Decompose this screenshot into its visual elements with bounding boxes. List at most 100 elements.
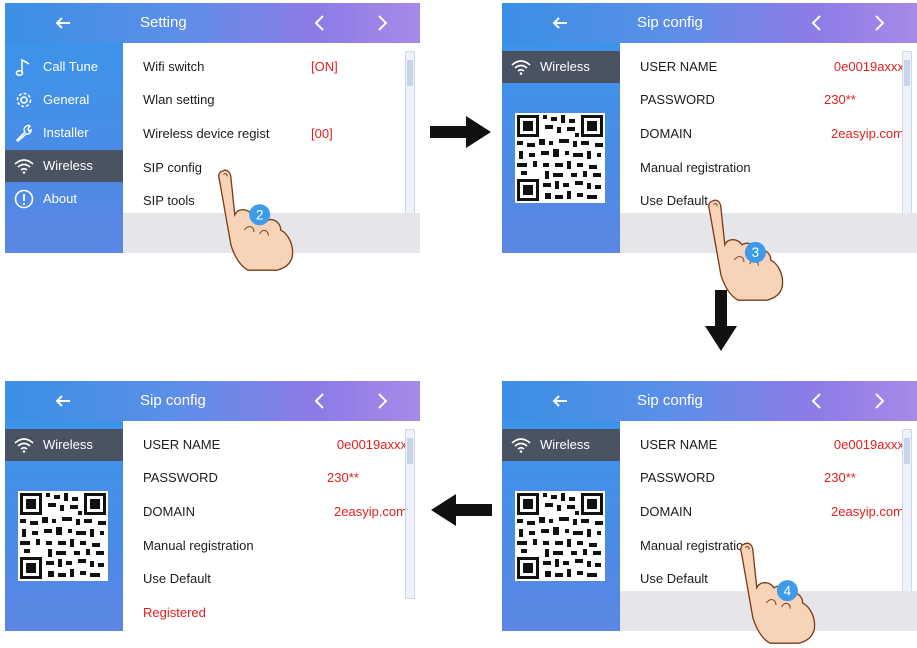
back-arrow-icon[interactable]: [51, 389, 75, 413]
wrench-icon: [15, 124, 32, 143]
list-item-wifi-switch[interactable]: Wifi switch [ON]: [143, 50, 403, 83]
sidebar-item-wireless[interactable]: Wireless: [5, 150, 123, 182]
sidebar-item-about[interactable]: About: [5, 183, 123, 215]
row-value: 230**: [327, 470, 359, 485]
page-title: Sip config: [140, 392, 206, 409]
chevron-right-icon[interactable]: [869, 391, 889, 411]
row-label: DOMAIN: [143, 504, 195, 519]
back-arrow-icon[interactable]: [548, 389, 572, 413]
row-label: Wifi switch: [143, 59, 205, 74]
list-item-use-default[interactable]: Use Default: [143, 562, 403, 595]
top-bar: Setting: [5, 3, 420, 43]
list-item-user-name[interactable]: USER NAME 0e0019axxx: [640, 50, 904, 83]
list-item-user-name[interactable]: USER NAME 0e0019axxx: [640, 428, 904, 461]
wifi-icon: [511, 60, 531, 75]
row-label: Use Default: [143, 571, 211, 586]
row-value: 230**: [824, 92, 856, 107]
row-value: 2easyip.com: [831, 126, 904, 141]
sidebar-item-label: About: [43, 191, 77, 206]
step-badge: 3: [752, 245, 759, 260]
back-arrow-icon[interactable]: [548, 11, 572, 35]
row-label: SIP tools: [143, 193, 195, 208]
chevron-left-icon[interactable]: [310, 13, 330, 33]
list-item-domain[interactable]: DOMAIN 2easyip.com: [143, 495, 407, 528]
sidebar-item-call-tune[interactable]: Call Tune: [5, 51, 123, 83]
sidebar-item-wireless[interactable]: Wireless: [5, 429, 123, 461]
list-item-wireless-device-regist[interactable]: Wireless device regist [00]: [143, 117, 403, 150]
sidebar-item-general[interactable]: General: [5, 84, 123, 116]
scrollbar-thumb[interactable]: [904, 438, 910, 464]
sidebar-item-label: Wireless: [540, 437, 590, 452]
sidebar: Wireless: [502, 43, 620, 253]
row-label: Wireless device regist: [143, 126, 270, 141]
sidebar-item-wireless[interactable]: Wireless: [502, 51, 620, 83]
chevron-left-icon[interactable]: [807, 13, 827, 33]
list-item-domain[interactable]: DOMAIN 2easyip.com: [640, 117, 904, 150]
sidebar: Wireless: [5, 421, 123, 631]
wifi-icon: [14, 159, 34, 174]
list-item-manual-registration[interactable]: Manual registration: [640, 151, 900, 184]
chevron-left-icon[interactable]: [310, 391, 330, 411]
top-bar: Sip config: [502, 381, 917, 421]
scrollbar-thumb[interactable]: [407, 60, 413, 86]
scrollbar[interactable]: [902, 51, 912, 221]
sidebar-item-label: Wireless: [43, 437, 93, 452]
panel-sip-config-step4: Sip config Wireless USER NAME 0e0019axxx…: [502, 381, 917, 631]
list-item-manual-registration[interactable]: Manual registration: [143, 529, 403, 562]
top-bar: Sip config: [502, 3, 917, 43]
scrollbar[interactable]: [902, 429, 912, 599]
list-item-password[interactable]: PASSWORD 230**: [640, 83, 900, 116]
panel-sip-config-registered: Sip config Wireless USER NAME 0e0019axxx…: [5, 381, 420, 631]
gear-icon: [16, 92, 32, 108]
row-label: USER NAME: [640, 437, 718, 452]
scrollbar-thumb[interactable]: [407, 438, 413, 464]
row-label: Manual registration: [640, 160, 751, 175]
list-item-domain[interactable]: DOMAIN 2easyip.com: [640, 495, 904, 528]
wifi-icon: [14, 438, 34, 453]
row-value: 2easyip.com: [831, 504, 904, 519]
list-item-user-name[interactable]: USER NAME 0e0019axxx: [143, 428, 407, 461]
row-label: DOMAIN: [640, 504, 692, 519]
row-label: USER NAME: [143, 437, 221, 452]
back-arrow-icon[interactable]: [51, 11, 75, 35]
step-badge: 2: [256, 208, 263, 223]
row-label: PASSWORD: [640, 470, 715, 485]
page-title: Setting: [140, 14, 187, 31]
top-bar: Sip config: [5, 381, 420, 421]
chevron-left-icon[interactable]: [807, 391, 827, 411]
list-item-password[interactable]: PASSWORD 230**: [640, 461, 900, 494]
chevron-right-icon[interactable]: [869, 13, 889, 33]
step-badge: 4: [784, 583, 792, 598]
sidebar-item-wireless[interactable]: Wireless: [502, 429, 620, 461]
scrollbar-thumb[interactable]: [904, 60, 910, 86]
scrollbar[interactable]: [405, 51, 415, 221]
info-icon: [14, 189, 34, 209]
arrow-right-icon: [430, 116, 491, 148]
arrow-left-icon: [431, 494, 492, 526]
pointing-hand-icon: 2: [218, 169, 294, 271]
page-title: Sip config: [637, 14, 703, 31]
sidebar-item-installer[interactable]: Installer: [5, 117, 123, 149]
row-label: Manual registration: [143, 538, 254, 553]
pointing-hand-icon: 3: [708, 199, 784, 301]
list-item-wlan-setting[interactable]: Wlan setting: [143, 83, 403, 116]
list-item-password[interactable]: PASSWORD 230**: [143, 461, 403, 494]
row-value: 0e0019axxx: [336, 437, 407, 452]
chevron-right-icon[interactable]: [372, 13, 392, 33]
chevron-right-icon[interactable]: [372, 391, 392, 411]
registration-status: Registered: [143, 605, 206, 620]
music-note-icon: [15, 58, 30, 77]
sidebar: Wireless: [502, 421, 620, 631]
pointing-hand-icon: 4: [740, 542, 816, 644]
qr-code-icon: [515, 113, 605, 203]
row-value: [00]: [311, 126, 333, 141]
row-label: USER NAME: [640, 59, 718, 74]
sidebar-item-label: General: [43, 92, 90, 107]
row-value: 0e0019axxx: [833, 437, 904, 452]
wifi-icon: [511, 438, 531, 453]
row-value: 2easyip.com: [334, 504, 407, 519]
qr-code-icon: [515, 491, 605, 581]
scrollbar[interactable]: [405, 429, 415, 599]
row-value: 0e0019axxx: [833, 59, 904, 74]
row-label: DOMAIN: [640, 126, 692, 141]
